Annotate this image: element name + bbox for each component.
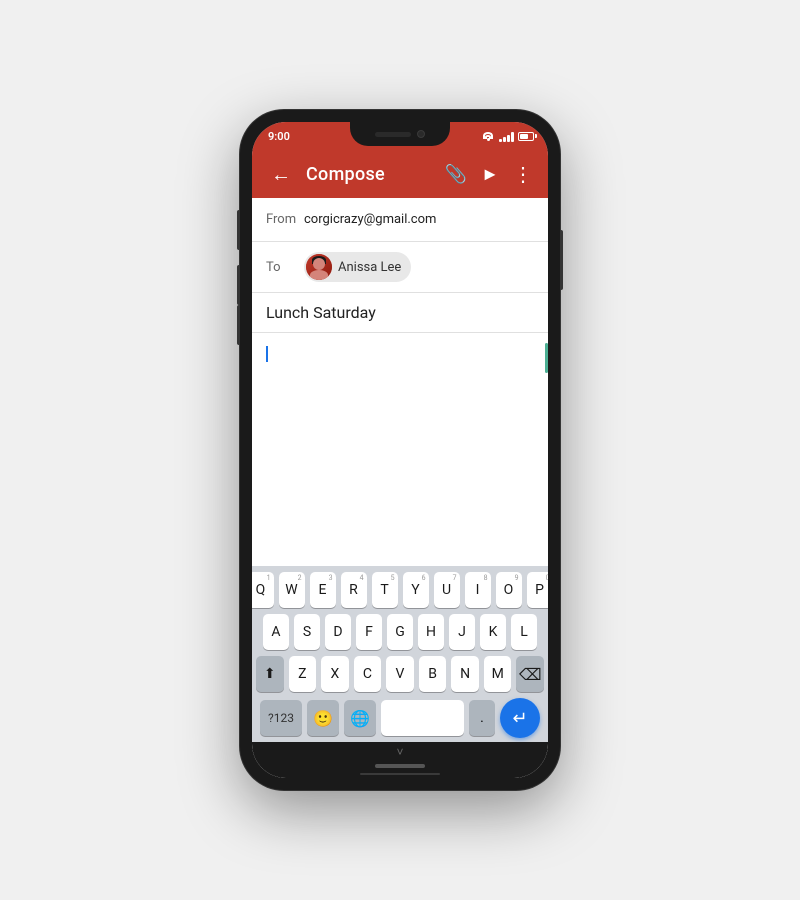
- wifi-icon: [481, 131, 495, 141]
- globe-key[interactable]: 🌐: [344, 700, 376, 736]
- text-cursor: [266, 346, 268, 362]
- from-value: corgicrazy@gmail.com: [304, 212, 534, 227]
- from-field: From corgicrazy@gmail.com: [252, 198, 548, 242]
- key-r[interactable]: 4R: [341, 572, 367, 608]
- key-x[interactable]: X: [321, 656, 349, 692]
- attach-icon[interactable]: 📎: [445, 164, 467, 185]
- key-j[interactable]: J: [449, 614, 475, 650]
- body-field[interactable]: [252, 333, 548, 566]
- key-n[interactable]: N: [451, 656, 479, 692]
- recipient-name: Anissa Lee: [338, 260, 401, 275]
- key-q[interactable]: 1Q: [252, 572, 274, 608]
- key-f[interactable]: F: [356, 614, 382, 650]
- delete-key[interactable]: ⌫: [516, 656, 544, 692]
- compose-area: From corgicrazy@gmail.com To Anissa Lee: [252, 198, 548, 742]
- space-key[interactable]: [381, 700, 464, 736]
- battery-icon: [518, 132, 534, 141]
- key-g[interactable]: G: [387, 614, 413, 650]
- app-title: Compose: [306, 164, 435, 185]
- send-icon[interactable]: ►: [481, 164, 499, 185]
- subject-field[interactable]: Lunch Saturday: [252, 293, 548, 333]
- key-p[interactable]: 0P: [527, 572, 549, 608]
- key-m[interactable]: M: [484, 656, 512, 692]
- numbers-key[interactable]: ?123: [260, 700, 302, 736]
- scroll-indicator: [545, 343, 548, 373]
- keyboard: 1Q 2W 3E 4R 5T 6Y 7U 8I 9O 0P A S D F: [252, 566, 548, 742]
- keyboard-bottom-row: ?123 🙂 🌐 . ↵: [256, 698, 544, 738]
- key-h[interactable]: H: [418, 614, 444, 650]
- key-c[interactable]: C: [354, 656, 382, 692]
- from-label: From: [266, 212, 296, 227]
- key-d[interactable]: D: [325, 614, 351, 650]
- recipient-chip[interactable]: Anissa Lee: [304, 252, 411, 282]
- back-button[interactable]: ←: [266, 162, 296, 187]
- key-i[interactable]: 8I: [465, 572, 491, 608]
- key-s[interactable]: S: [294, 614, 320, 650]
- app-bar: ← Compose 📎 ► ⋮: [252, 150, 548, 198]
- home-bar[interactable]: [375, 764, 425, 768]
- more-options-icon[interactable]: ⋮: [513, 162, 534, 186]
- key-k[interactable]: K: [480, 614, 506, 650]
- phone-screen: 9:00: [252, 122, 548, 778]
- keyboard-row-1: 1Q 2W 3E 4R 5T 6Y 7U 8I 9O 0P: [256, 572, 544, 608]
- keyboard-row-3: ⬆ Z X C V B N M ⌫: [256, 656, 544, 692]
- key-a[interactable]: A: [263, 614, 289, 650]
- signal-icon: [499, 130, 514, 142]
- phone-device: 9:00: [240, 110, 560, 790]
- to-label: To: [266, 260, 296, 275]
- to-field[interactable]: To Anissa Lee: [252, 242, 548, 293]
- camera: [417, 130, 425, 138]
- status-icons: [481, 130, 534, 142]
- speaker: [375, 132, 411, 137]
- key-o[interactable]: 9O: [496, 572, 522, 608]
- bottom-line: [360, 773, 440, 775]
- status-bar: 9:00: [252, 122, 548, 150]
- key-l[interactable]: L: [511, 614, 537, 650]
- period-key[interactable]: .: [469, 700, 495, 736]
- status-time: 9:00: [268, 130, 290, 143]
- keyboard-row-2: A S D F G H J K L: [256, 614, 544, 650]
- key-w[interactable]: 2W: [279, 572, 305, 608]
- key-z[interactable]: Z: [289, 656, 317, 692]
- home-area: ˅: [252, 742, 548, 778]
- key-u[interactable]: 7U: [434, 572, 460, 608]
- app-bar-actions: 📎 ► ⋮: [445, 162, 534, 186]
- avatar: [306, 254, 332, 280]
- nav-chevron-icon: ˅: [396, 745, 403, 759]
- emoji-key[interactable]: 🙂: [307, 700, 339, 736]
- enter-key[interactable]: ↵: [500, 698, 540, 738]
- notch: [350, 122, 450, 146]
- key-v[interactable]: V: [386, 656, 414, 692]
- shift-key[interactable]: ⬆: [256, 656, 284, 692]
- key-t[interactable]: 5T: [372, 572, 398, 608]
- key-y[interactable]: 6Y: [403, 572, 429, 608]
- key-e[interactable]: 3E: [310, 572, 336, 608]
- subject-text: Lunch Saturday: [266, 303, 376, 322]
- key-b[interactable]: B: [419, 656, 447, 692]
